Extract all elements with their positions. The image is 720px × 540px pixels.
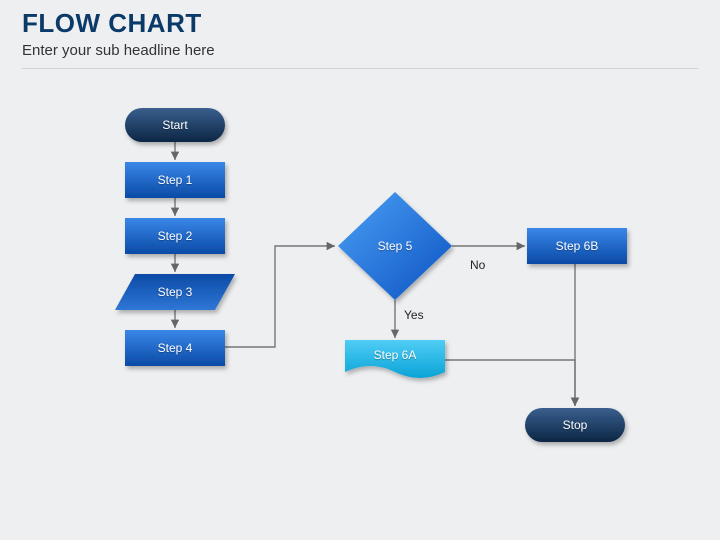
node-stop (525, 408, 625, 442)
edge-label-yes: Yes (404, 308, 424, 322)
node-step2 (125, 218, 225, 254)
node-step6b (527, 228, 627, 264)
node-start (125, 108, 225, 142)
node-step4 (125, 330, 225, 366)
edge-label-no: No (470, 258, 485, 272)
flowchart-canvas (0, 0, 720, 540)
node-step1 (125, 162, 225, 198)
node-step3 (115, 274, 235, 310)
node-step6a (345, 340, 445, 378)
node-step5 (338, 192, 452, 300)
